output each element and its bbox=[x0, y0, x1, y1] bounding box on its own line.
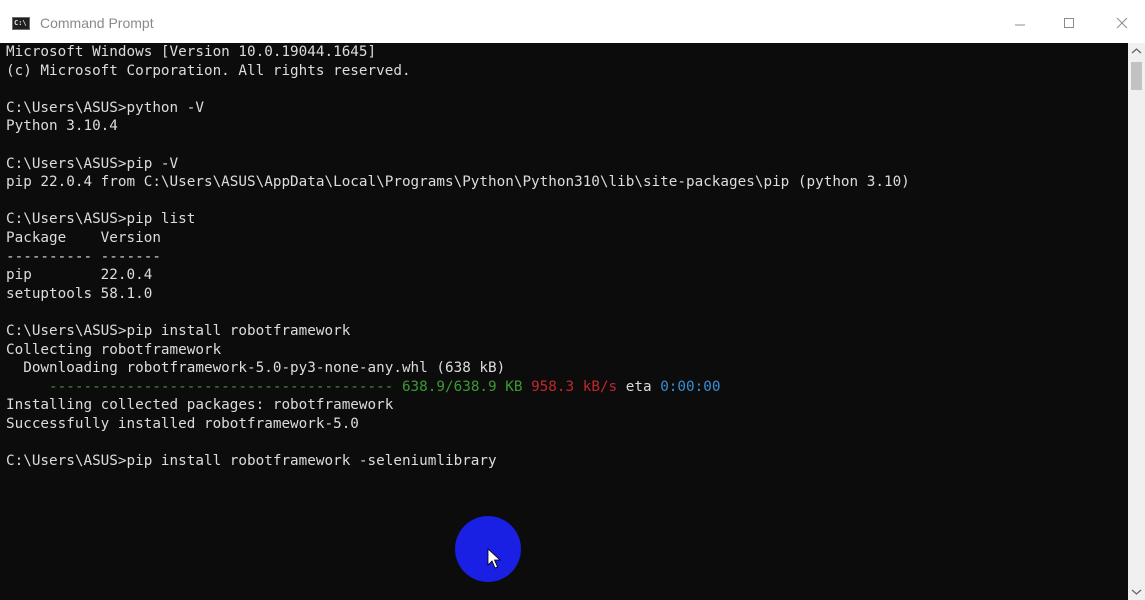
terminal-line: pip 22.0.4 from C:\Users\ASUS\AppData\Lo… bbox=[6, 174, 910, 191]
scroll-down-button[interactable] bbox=[1128, 583, 1145, 600]
terminal-line: Successfully installed robotframework-5.… bbox=[6, 415, 359, 432]
scroll-up-button[interactable] bbox=[1128, 43, 1145, 60]
terminal-line: setuptools 58.1.0 bbox=[6, 285, 153, 302]
terminal-line: Python 3.10.4 bbox=[6, 118, 118, 135]
terminal-line: C:\Users\ASUS>pip install robotframework bbox=[6, 322, 351, 339]
terminal-line: ----------------------------------------… bbox=[6, 378, 1126, 397]
terminal-line: C:\Users\ASUS>python -V bbox=[6, 99, 204, 116]
terminal-line: ---------- ------- bbox=[6, 248, 161, 265]
terminal-segment: 638.9/638.9 KB bbox=[401, 378, 523, 395]
close-button[interactable] bbox=[1102, 12, 1142, 38]
close-icon bbox=[1116, 17, 1128, 29]
terminal-output[interactable]: Microsoft Windows [Version 10.0.19044.16… bbox=[6, 43, 1126, 600]
terminal-line: (c) Microsoft Corporation. All rights re… bbox=[6, 62, 411, 79]
terminal-segment: 0:00:00 bbox=[660, 378, 721, 395]
terminal-segment: 958.3 kB/s bbox=[531, 378, 618, 395]
chevron-down-icon bbox=[1131, 589, 1142, 595]
terminal-line: C:\Users\ASUS>pip list bbox=[6, 211, 196, 228]
terminal-line: Microsoft Windows [Version 10.0.19044.16… bbox=[6, 44, 377, 60]
vertical-scrollbar[interactable] bbox=[1128, 43, 1145, 600]
scrollbar-thumb[interactable] bbox=[1131, 62, 1142, 90]
mouse-pointer-icon bbox=[487, 548, 502, 569]
terminal-line: Package Version bbox=[6, 229, 161, 246]
command-prompt-icon: C:\ bbox=[12, 17, 30, 30]
title-bar[interactable]: C:\ Command Prompt bbox=[0, 0, 1145, 43]
terminal-line: pip 22.0.4 bbox=[6, 267, 153, 284]
minimize-icon bbox=[1015, 24, 1025, 26]
terminal-segment: eta bbox=[617, 378, 661, 395]
terminal-line: Collecting robotframework bbox=[6, 341, 222, 358]
terminal-segment: ---------------------------------------- bbox=[6, 378, 402, 395]
window-title: Command Prompt bbox=[40, 15, 154, 31]
chevron-up-icon bbox=[1131, 48, 1142, 54]
terminal-line: Installing collected packages: robotfram… bbox=[6, 397, 394, 414]
terminal-segment bbox=[522, 379, 531, 395]
maximize-icon bbox=[1064, 18, 1074, 28]
terminal-line: Downloading robotframework-5.0-py3-none-… bbox=[6, 360, 506, 377]
command-prompt-window: C:\ Command Prompt Microsoft Windows [Ve… bbox=[0, 0, 1145, 600]
maximize-button[interactable] bbox=[1049, 12, 1089, 38]
terminal-line: C:\Users\ASUS>pip install robotframework… bbox=[6, 453, 497, 470]
terminal-line: C:\Users\ASUS>pip -V bbox=[6, 155, 179, 172]
minimize-button[interactable] bbox=[1000, 12, 1040, 38]
